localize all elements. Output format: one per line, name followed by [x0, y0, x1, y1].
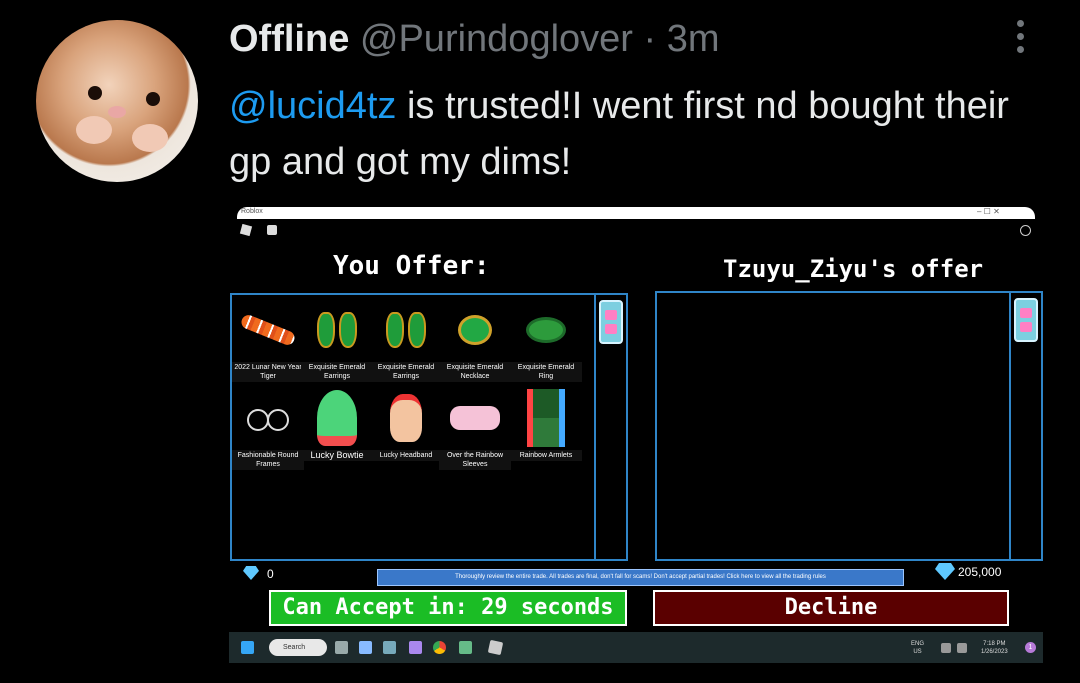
avatar-paw [76, 116, 112, 144]
diamond-card-icon[interactable] [1014, 298, 1038, 342]
diamond-icon [935, 563, 955, 580]
avatar-paw [132, 124, 168, 152]
task-view-icon[interactable] [335, 641, 348, 654]
tray-clock[interactable]: 7:18 PM 1/26/2023 [981, 640, 1008, 656]
item-label: 2022 Lunar New Year Tiger [232, 362, 304, 382]
you-offer-title: You Offer: [333, 251, 490, 281]
item-label: Fashionable Round Frames [232, 450, 304, 470]
discord-icon[interactable] [409, 641, 422, 654]
rainbow-sleeves-icon [450, 406, 500, 430]
lucky-bowtie-avatar-icon [317, 390, 357, 446]
profile-avatar[interactable] [36, 20, 198, 182]
steam-icon[interactable] [459, 641, 472, 654]
avatar-nose [108, 106, 126, 118]
offer-item[interactable]: Exquisite Emerald Earrings [370, 299, 442, 395]
tray-language[interactable]: ENG US [911, 640, 924, 656]
file-explorer-icon[interactable] [383, 641, 396, 654]
notification-badge[interactable]: 1 [1025, 642, 1036, 653]
item-label: Exquisite Emerald Earrings [301, 362, 373, 382]
diamond-icon [243, 566, 259, 580]
tiger-plush-icon [239, 313, 297, 347]
their-offer-panel[interactable] [655, 291, 1043, 561]
offer-item[interactable]: 2022 Lunar New Year Tiger [232, 299, 304, 395]
decline-button[interactable]: Decline [653, 590, 1009, 626]
clock-date: 1/26/2023 [981, 649, 1008, 655]
your-offer-panel[interactable]: 2022 Lunar New Year Tiger Exquisite Emer… [230, 293, 628, 561]
roblox-taskbar-icon[interactable] [487, 639, 504, 656]
accept-button[interactable]: Can Accept in: 29 seconds [269, 590, 627, 626]
separator-dot: · [643, 18, 657, 60]
start-menu-icon[interactable] [241, 641, 254, 654]
offer-item[interactable]: Lucky Bowtie [301, 387, 373, 483]
item-label: Over the Rainbow Sleeves [439, 450, 511, 470]
window-title: Roblox [241, 208, 263, 215]
avatar-eye [88, 86, 102, 100]
offer-item[interactable]: Exquisite Emerald Earrings [301, 299, 373, 395]
item-label: Lucky Bowtie [301, 450, 373, 461]
wifi-icon[interactable] [941, 643, 951, 653]
emerald-earrings-icon [386, 312, 404, 348]
rainbow-armlets-icon [527, 389, 565, 447]
tray-lang: ENG [911, 641, 925, 647]
item-label: Exquisite Emerald Earrings [370, 362, 442, 382]
item-label: Lucky Headband [370, 450, 442, 461]
their-offer-sidebar [1009, 293, 1041, 559]
mention-link[interactable]: @lucid4tz [229, 85, 396, 127]
emerald-necklace-icon [458, 315, 492, 345]
avatar-eye [146, 92, 160, 106]
tray-region: US [913, 649, 922, 655]
chat-icon[interactable] [267, 225, 277, 235]
offer-item[interactable]: Fashionable Round Frames [232, 387, 304, 483]
your-offer-sidebar [594, 295, 626, 559]
emerald-earrings-icon [317, 312, 335, 348]
trade-rules-notice[interactable]: Thoroughly review the entire trade. All … [377, 569, 904, 586]
diamond-card-icon[interactable] [599, 300, 623, 344]
taskbar-search[interactable]: Search [269, 639, 327, 656]
emerald-earrings-icon [408, 312, 426, 348]
round-glasses-icon [241, 407, 295, 431]
windows-taskbar: Search ENG US 7:18 PM 1/26/2023 1 [229, 632, 1043, 663]
tweet-text: @lucid4tz is trusted!I went first nd bou… [229, 78, 1029, 190]
search-label: Search [283, 644, 306, 651]
offer-item[interactable]: Rainbow Armlets [510, 387, 582, 483]
display-name[interactable]: Offline [229, 18, 349, 60]
your-diamond-amount: 0 [267, 567, 274, 581]
tweet-time[interactable]: 3m [667, 18, 720, 60]
window-controls[interactable]: – ☐ ✕ [977, 207, 1000, 216]
settings-icon[interactable] [1020, 225, 1031, 236]
attached-screenshot[interactable]: Roblox – ☐ ✕ You Offer: Tzuyu_Ziyu's off… [229, 205, 1043, 663]
widgets-icon[interactable] [359, 641, 372, 654]
offer-item[interactable]: Exquisite Emerald Ring [510, 299, 582, 395]
window-titlebar: Roblox – ☐ ✕ [237, 207, 1035, 219]
their-offer-title: Tzuyu_Ziyu's offer [723, 255, 984, 283]
roblox-logo-icon[interactable] [239, 223, 253, 237]
item-label: Exquisite Emerald Ring [510, 362, 582, 382]
chrome-icon[interactable] [433, 641, 446, 654]
volume-icon[interactable] [957, 643, 967, 653]
user-handle[interactable]: @Purindoglover [360, 18, 633, 60]
offer-item[interactable]: Exquisite Emerald Necklace [439, 299, 511, 395]
more-options-icon[interactable] [1008, 16, 1032, 56]
offer-item[interactable]: Lucky Headband [370, 387, 442, 483]
tweet-header: Offline @Purindoglover · 3m [229, 16, 720, 62]
item-label: Rainbow Armlets [510, 450, 582, 461]
lucky-headband-icon [390, 394, 422, 442]
offer-item[interactable]: Over the Rainbow Sleeves [439, 387, 511, 483]
their-diamond-amount: 205,000 [958, 565, 1002, 579]
emerald-earrings-icon [339, 312, 357, 348]
item-label: Exquisite Emerald Necklace [439, 362, 511, 382]
emerald-ring-icon [526, 317, 566, 343]
clock-time: 7:18 PM [983, 641, 1006, 647]
